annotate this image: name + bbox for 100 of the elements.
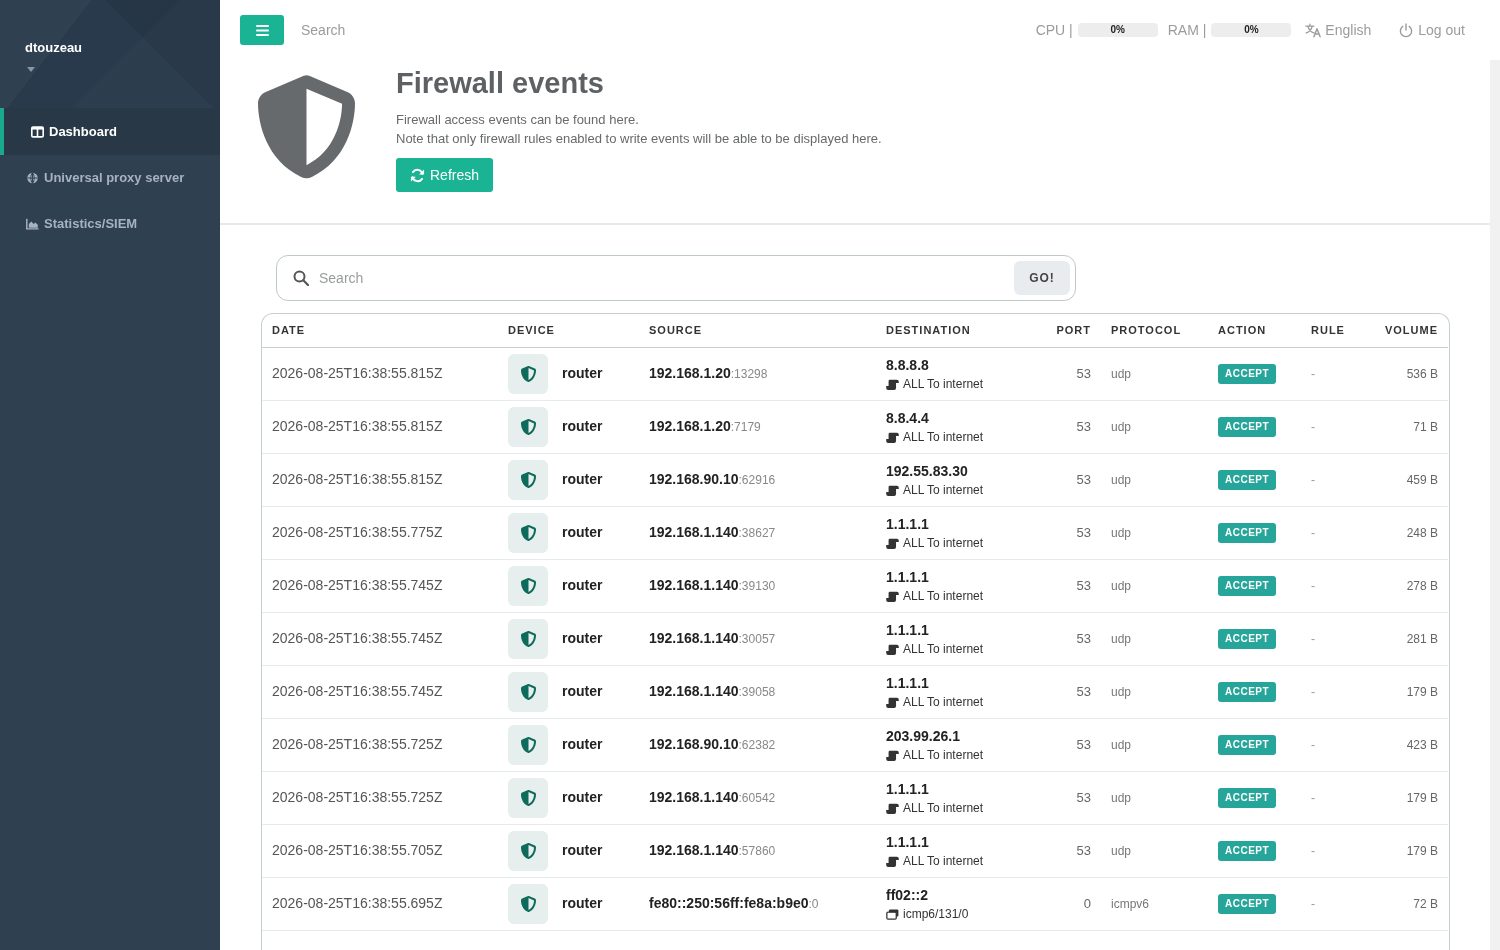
protocol-text: udp — [1111, 366, 1132, 381]
meter-reading: 0% — [1110, 23, 1125, 37]
volume-text: 423 B — [1406, 737, 1438, 752]
date-text: 2026-08-25T16:38:55.745Z — [272, 683, 443, 699]
nav-item[interactable]: Statistics/SIEM — [0, 201, 220, 247]
username[interactable]: dtouzeau — [25, 40, 83, 56]
column-header[interactable]: PROTOCOL — [1101, 314, 1208, 347]
globe-icon — [26, 172, 39, 184]
device-icon — [508, 671, 548, 712]
protocol-text: udp — [1111, 737, 1132, 752]
action-badge: ACCEPT — [1218, 841, 1277, 861]
column-header[interactable]: VOLUME — [1360, 314, 1448, 347]
port-text: 53 — [1076, 418, 1091, 434]
device-icon — [508, 724, 548, 765]
action-badge: ACCEPT — [1218, 735, 1277, 755]
scroll-icon — [886, 855, 899, 867]
device-name: router — [562, 629, 603, 648]
device-name: router — [562, 576, 603, 595]
source-address: 192.168.1.20:7179 — [649, 420, 761, 434]
volume-text: 179 B — [1406, 843, 1438, 858]
source-address: 192.168.90.10:62382 — [649, 738, 776, 752]
protocol-text: udp — [1111, 684, 1132, 699]
destination-address: 1.1.1.1 — [886, 673, 929, 693]
destination-address: 192.55.83.30 — [886, 461, 968, 481]
meter-label: RAM | — [1167, 20, 1207, 40]
action-badge: ACCEPT — [1218, 576, 1277, 596]
column-header[interactable]: PORT — [1041, 314, 1101, 347]
volume-text: 281 B — [1406, 631, 1438, 646]
meter-label: CPU | — [1035, 20, 1073, 40]
volume-text: 248 B — [1406, 525, 1438, 540]
port-text: 53 — [1076, 471, 1091, 487]
date-text: 2026-08-25T16:38:55.745Z — [272, 577, 443, 593]
date-text: 2026-08-25T16:38:55.815Z — [272, 418, 443, 434]
column-header[interactable]: RULE — [1301, 314, 1360, 347]
column-header[interactable]: DEVICE — [498, 314, 639, 347]
rule-name: ALL To internet — [903, 800, 984, 817]
device-icon — [508, 618, 548, 659]
rule-text: - — [1311, 790, 1315, 805]
nav-item[interactable]: Universal proxy server — [0, 155, 220, 201]
device-name: router — [562, 682, 603, 701]
device-icon — [508, 353, 548, 394]
rule-text: - — [1311, 631, 1315, 646]
action-badge: ACCEPT — [1218, 364, 1277, 384]
destination-address: 1.1.1.1 — [886, 514, 929, 534]
column-header[interactable]: DATE — [262, 314, 498, 347]
source-address: 192.168.1.140:39130 — [649, 579, 776, 593]
rule-text: - — [1311, 366, 1315, 381]
column-header[interactable]: ACTION — [1208, 314, 1301, 347]
nav-item[interactable]: Dashboard — [0, 108, 220, 155]
date-text: 2026-08-25T16:38:55.705Z — [272, 842, 443, 858]
scroll-icon — [886, 643, 899, 655]
rule-text: - — [1311, 578, 1315, 593]
source-address: 192.168.1.20:13298 — [649, 367, 768, 381]
scroll-icon — [886, 696, 899, 708]
column-header[interactable]: SOURCE — [639, 314, 876, 347]
destination-address: 1.1.1.1 — [886, 620, 929, 640]
source-address: 192.168.1.140:39058 — [649, 685, 776, 699]
protocol-text: udp — [1111, 578, 1132, 593]
date-text: 2026-08-25T16:38:55.815Z — [272, 365, 443, 381]
menu-button[interactable] — [240, 15, 284, 45]
destination-address: ff02::2 — [886, 885, 928, 905]
rule-text: - — [1311, 737, 1315, 752]
port-text: 53 — [1076, 736, 1091, 752]
translate-icon — [1305, 22, 1322, 38]
protocol-text: icmpv6 — [1111, 896, 1149, 911]
port-text: 53 — [1076, 524, 1091, 540]
column-header[interactable]: DESTINATION — [876, 314, 1041, 347]
caret-icon[interactable] — [27, 66, 35, 72]
scroll-icon — [886, 590, 899, 602]
volume-text: 278 B — [1406, 578, 1438, 593]
scroll-icon — [886, 749, 899, 761]
device-icon — [508, 459, 548, 500]
port-text: 0 — [1083, 895, 1091, 911]
scroll-icon — [886, 802, 899, 814]
scrollbar-track[interactable] — [1490, 60, 1500, 950]
device-icon — [508, 406, 548, 447]
page-title: Firewall events — [396, 66, 605, 100]
rule-text: - — [1311, 472, 1315, 487]
device-name: router — [562, 735, 603, 754]
date-text: 2026-08-25T16:38:55.775Z — [272, 524, 443, 540]
device-name: router — [562, 788, 603, 807]
search-field[interactable]: Search — [301, 19, 431, 41]
source-address: 192.168.1.140:30057 — [649, 632, 776, 646]
rule-text: - — [1311, 419, 1315, 434]
shield-icon — [258, 75, 355, 179]
refresh-icon — [410, 167, 425, 183]
rule-name: ALL To internet — [903, 853, 984, 870]
volume-text: 72 B — [1413, 896, 1438, 911]
scroll-icon — [886, 537, 899, 549]
source-address: 192.168.90.10:62916 — [649, 473, 776, 487]
volume-text: 179 B — [1406, 790, 1438, 805]
date-text: 2026-08-25T16:38:55.815Z — [272, 471, 443, 487]
menu-icon — [255, 24, 269, 36]
volume-text: 536 B — [1406, 366, 1438, 381]
go-button[interactable]: GO! — [1014, 261, 1070, 295]
device-name: router — [562, 364, 603, 383]
search-icon — [293, 270, 309, 286]
port-text: 53 — [1076, 683, 1091, 699]
cards-icon — [886, 908, 899, 920]
date-text: 2026-08-25T16:38:55.725Z — [272, 736, 443, 752]
